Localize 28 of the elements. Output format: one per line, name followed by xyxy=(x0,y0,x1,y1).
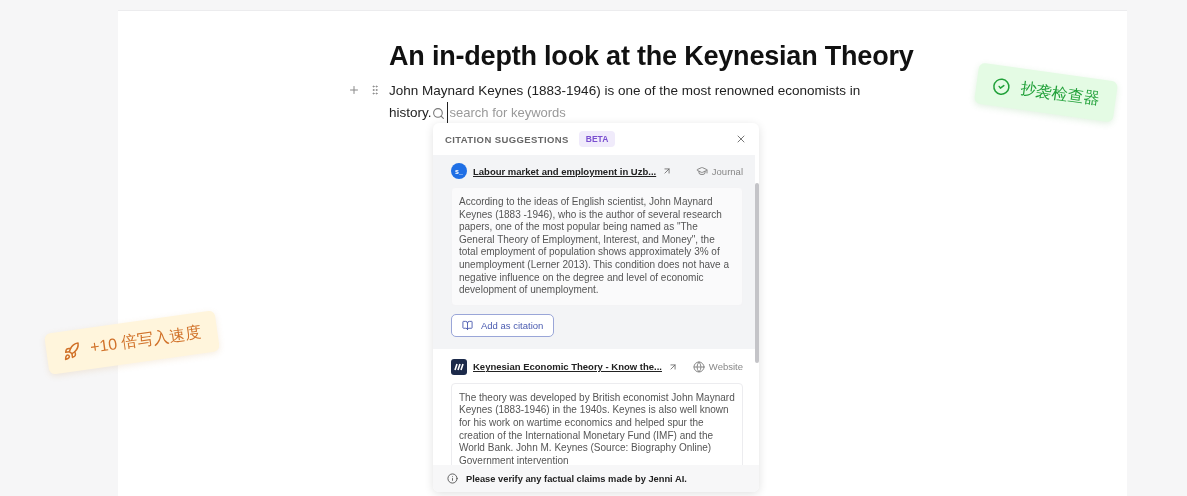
graduation-cap-icon xyxy=(695,165,708,177)
source-title-link[interactable]: Keynesian Economic Theory - Know the... xyxy=(473,361,662,373)
drag-handle-icon[interactable] xyxy=(369,84,381,96)
external-link-icon[interactable] xyxy=(668,361,678,372)
close-button[interactable] xyxy=(735,133,747,145)
source-type-label: Journal xyxy=(695,165,743,177)
document-title: An in-depth look at the Keynesian Theory xyxy=(389,41,914,72)
excerpt-text: According to the ideas of English scientist, John Maynard Keynes (1883 -1946), who is the author of several research papers, one of the most popular being named as "The General Theory of Employment, Interest, and Money", the total employment of population shows approximately 3% of unemployment (Lerner 2013). This condition does not have a negative influence on the degree and level of economic development of unemployment. xyxy=(451,187,743,306)
panel-title: CITATION SUGGESTIONS xyxy=(445,133,569,145)
search-icon xyxy=(431,106,445,120)
book-icon xyxy=(462,319,473,331)
globe-icon xyxy=(692,360,705,373)
badge-text: 抄袭检查器 xyxy=(1018,78,1101,110)
source-title-link[interactable]: Labour market and employment in Uzb... xyxy=(473,165,657,177)
scrollbar[interactable] xyxy=(755,183,759,363)
check-icon xyxy=(991,76,1012,97)
source-type-label: Website xyxy=(692,360,743,373)
beta-badge: BETA xyxy=(578,131,616,147)
paragraph-text: history. xyxy=(389,104,432,122)
info-icon xyxy=(447,473,458,484)
add-block-icon[interactable] xyxy=(348,84,360,96)
add-citation-button[interactable]: Add as citation xyxy=(451,313,555,337)
excerpt-text: The theory was developed by British economist John Maynard Keynes (1883-1946) in the 1940s. Keynes is also well known for his work on wartime economics and helped spur the creation of the International Monetary Fund (IMF) and the World Bank. John M. Keynes (Source: Biography Online) Government intervention xyxy=(451,382,743,465)
paragraph-text: John Maynard Keynes (1883-1946) is one of the most renowned economists in xyxy=(389,82,862,100)
external-link-icon[interactable] xyxy=(662,166,673,176)
source-logo-icon xyxy=(451,358,467,375)
badge-text: +10 倍写入速度 xyxy=(88,322,203,358)
disclaimer-text: Please verify any factual claims made by Jenni AI. xyxy=(466,473,687,484)
